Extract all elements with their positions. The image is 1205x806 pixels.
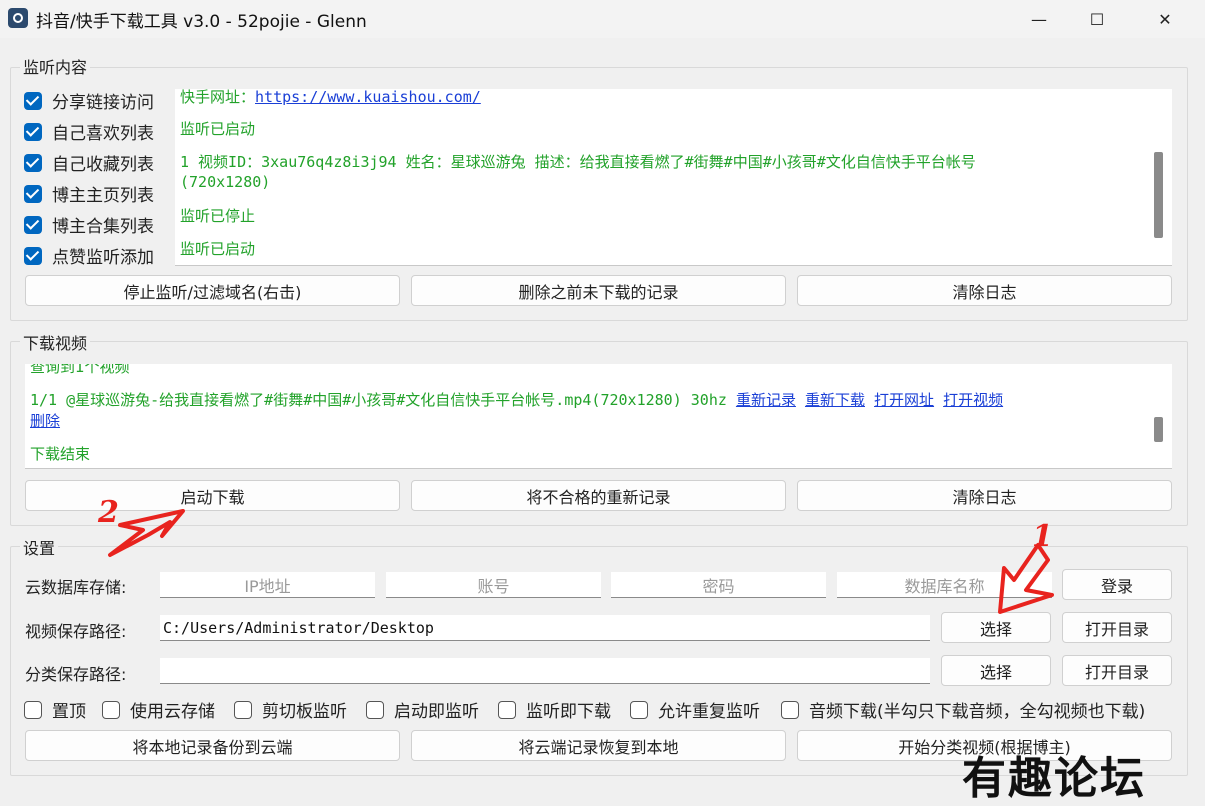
clear-monitor-log-button[interactable]: 清除日志	[797, 275, 1172, 306]
save-path-label: 视频保存路径:	[25, 622, 127, 641]
monitor-log[interactable]: 快手网址：https://www.kuaishou.com/ 监听已启动 1 视…	[175, 89, 1172, 266]
log-line: 1 视频ID：3xau76q4z8i3j94 姓名：星球巡游兔 描述：给我直接看…	[180, 153, 976, 171]
checkbox-label: 启动即监听	[394, 702, 479, 722]
ip-address-input[interactable]: IP地址	[160, 572, 375, 598]
checkbox-label: 点赞监听添加	[52, 248, 154, 268]
checkbox-icon[interactable]	[24, 246, 42, 265]
checkbox-my-likes[interactable]: 自己喜欢列表	[24, 119, 154, 144]
log-line: 1/1 @星球巡游兔-给我直接看燃了#街舞#中国#小孩哥#文化自信快手平台帐号.…	[30, 391, 1004, 409]
open-video-link[interactable]: 打开视频	[943, 391, 1003, 409]
cloud-db-label: 云数据库存储:	[25, 578, 127, 597]
checkbox-icon[interactable]	[24, 91, 42, 110]
checkbox-label: 博主合集列表	[52, 217, 154, 237]
checkbox-icon[interactable]	[102, 700, 120, 719]
scrollbar-thumb[interactable]	[1154, 152, 1163, 238]
category-path-label: 分类保存路径:	[25, 665, 127, 684]
checkbox-my-favorites[interactable]: 自己收藏列表	[24, 150, 154, 175]
checkbox-label: 音频下载(半勾只下载音频，全勾视频也下载)	[809, 702, 1146, 722]
checkbox-icon[interactable]	[24, 122, 42, 141]
kuaishou-link[interactable]: https://www.kuaishou.com/	[255, 89, 481, 106]
open-url-link[interactable]: 打开网址	[874, 391, 934, 409]
maximize-button[interactable]: ☐	[1074, 0, 1120, 38]
close-button[interactable]: ✕	[1142, 0, 1188, 38]
log-line: 快手网址：https://www.kuaishou.com/	[180, 89, 481, 106]
minimize-button[interactable]: —	[1016, 0, 1062, 38]
option-allow-duplicate[interactable]: 允许重复监听	[630, 697, 760, 722]
download-log[interactable]: 查询到1个视频 1/1 @星球巡游兔-给我直接看燃了#街舞#中国#小孩哥#文化自…	[25, 364, 1172, 469]
login-button[interactable]: 登录	[1062, 569, 1172, 600]
log-line: 监听已停止	[180, 207, 256, 225]
log-line: 下载结束	[30, 445, 91, 463]
window-title: 抖音/快手下载工具 v3.0 - 52pojie - Glenn	[36, 12, 367, 32]
option-audio-download[interactable]: 音频下载(半勾只下载音频，全勾视频也下载)	[781, 697, 1145, 722]
delete-undownloaded-button[interactable]: 删除之前未下载的记录	[411, 275, 786, 306]
select-save-path-button[interactable]: 选择	[941, 612, 1051, 643]
checkbox-label: 自己收藏列表	[52, 155, 154, 175]
log-line: (720x1280)	[180, 173, 271, 191]
option-download-on-monitor[interactable]: 监听即下载	[498, 697, 611, 722]
database-name-input[interactable]: 数据库名称	[837, 572, 1052, 598]
checkbox-like-monitor[interactable]: 点赞监听添加	[24, 243, 154, 268]
checkbox-label: 自己喜欢列表	[52, 124, 154, 144]
backup-to-cloud-button[interactable]: 将本地记录备份到云端	[25, 730, 400, 761]
option-pin-top[interactable]: 置顶	[24, 697, 86, 722]
log-line: 监听已启动	[180, 240, 256, 258]
checkbox-label: 剪切板监听	[262, 702, 347, 722]
delete-link[interactable]: 删除	[30, 412, 60, 430]
checkbox-icon[interactable]	[24, 184, 42, 203]
option-use-cloud[interactable]: 使用云存储	[102, 697, 215, 722]
checkbox-icon[interactable]	[24, 215, 42, 234]
log-line: 删除	[30, 410, 60, 431]
clear-download-log-button[interactable]: 清除日志	[797, 480, 1172, 511]
rerecord-link[interactable]: 重新记录	[736, 391, 796, 409]
title-bar: 抖音/快手下载工具 v3.0 - 52pojie - Glenn — ☐ ✕	[0, 0, 1205, 38]
open-category-dir-button[interactable]: 打开目录	[1062, 655, 1172, 686]
redownload-link[interactable]: 重新下载	[805, 391, 865, 409]
account-input[interactable]: 账号	[386, 572, 601, 598]
option-monitor-on-start[interactable]: 启动即监听	[366, 697, 479, 722]
checkbox-share-link[interactable]: 分享链接访问	[24, 88, 154, 113]
checkbox-icon[interactable]	[781, 700, 799, 719]
start-download-button[interactable]: 启动下载	[25, 480, 400, 511]
checkbox-label: 允许重复监听	[658, 702, 760, 722]
log-line: 查询到1个视频	[30, 364, 130, 376]
checkbox-label: 分享链接访问	[52, 93, 154, 113]
open-save-dir-button[interactable]: 打开目录	[1062, 612, 1172, 643]
restore-from-cloud-button[interactable]: 将云端记录恢复到本地	[411, 730, 786, 761]
checkbox-icon[interactable]	[234, 700, 252, 719]
select-category-path-button[interactable]: 选择	[941, 655, 1051, 686]
checkbox-icon[interactable]	[24, 700, 42, 719]
checkbox-label: 置顶	[52, 702, 86, 722]
save-path-input[interactable]: C:/Users/Administrator/Desktop	[160, 615, 930, 641]
scrollbar-thumb[interactable]	[1154, 417, 1163, 442]
checkbox-label: 监听即下载	[526, 702, 611, 722]
download-group-label: 下载视频	[20, 330, 91, 354]
stop-monitor-button[interactable]: 停止监听/过滤域名(右击)	[25, 275, 400, 306]
checkbox-icon[interactable]	[630, 700, 648, 719]
checkbox-creator-home[interactable]: 博主主页列表	[24, 181, 154, 206]
checkbox-icon[interactable]	[366, 700, 384, 719]
log-line: 监听已启动	[180, 120, 256, 138]
category-path-input[interactable]	[160, 658, 930, 684]
settings-group-label: 设置	[20, 535, 59, 559]
app-icon	[8, 8, 28, 28]
checkbox-icon[interactable]	[498, 700, 516, 719]
option-clipboard-monitor[interactable]: 剪切板监听	[234, 697, 347, 722]
checkbox-label: 使用云存储	[130, 702, 215, 722]
checkbox-label: 博主主页列表	[52, 186, 154, 206]
watermark-logo: 有趣论坛	[962, 753, 1146, 804]
password-input[interactable]: 密码	[611, 572, 826, 598]
rerecord-unqualified-button[interactable]: 将不合格的重新记录	[411, 480, 786, 511]
checkbox-icon[interactable]	[24, 153, 42, 172]
monitor-group-label: 监听内容	[20, 54, 91, 78]
checkbox-creator-collection[interactable]: 博主合集列表	[24, 212, 154, 237]
